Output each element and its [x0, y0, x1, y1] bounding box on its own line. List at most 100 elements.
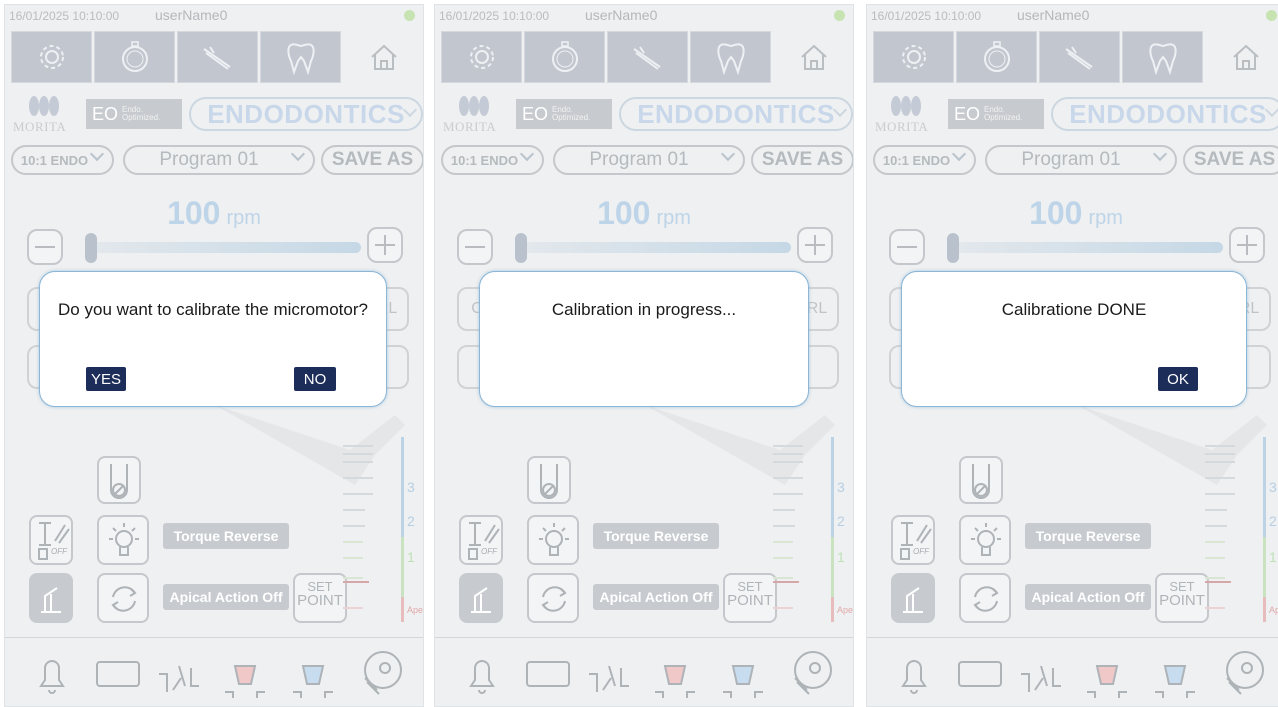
tray-icon[interactable] [1015, 646, 1069, 700]
set-point-button[interactable]: SET POINT [293, 573, 347, 623]
motion-mode-button[interactable] [97, 456, 141, 504]
save-as-button[interactable]: SAVE AS [321, 145, 423, 175]
home-button[interactable] [343, 31, 423, 83]
handpiece-button[interactable] [607, 31, 688, 83]
apical-action-toggle[interactable]: Apical Action Off [163, 584, 289, 610]
speed-minus-button[interactable] [27, 229, 63, 265]
light-button[interactable] [959, 515, 1011, 565]
light-sensor-icon[interactable] [355, 646, 409, 700]
minus-icon [897, 246, 917, 248]
speed-slider-handle[interactable] [85, 233, 97, 263]
tooth-button[interactable] [690, 31, 771, 83]
auto-off-button[interactable]: OFF [459, 515, 503, 565]
morita-logo: MORITA [441, 95, 513, 135]
apical-stop-button[interactable] [891, 573, 935, 623]
rotation-button[interactable] [527, 573, 579, 623]
tooth-button[interactable] [1122, 31, 1203, 83]
save-as-button[interactable]: SAVE AS [1183, 145, 1278, 175]
cup-blue-icon[interactable] [287, 646, 341, 700]
torque-reverse-toggle[interactable]: Torque Reverse [163, 523, 289, 549]
cup-blue-icon[interactable] [1149, 646, 1203, 700]
bell-icon[interactable] [25, 646, 79, 700]
speed-slider-handle[interactable] [515, 233, 527, 263]
rotation-button[interactable] [959, 573, 1011, 623]
light-sensor-icon[interactable] [1217, 646, 1271, 700]
screen-icon[interactable] [953, 646, 1007, 700]
speed-minus-button[interactable] [889, 229, 925, 265]
apical-stop-button[interactable] [459, 573, 503, 623]
speed-minus-button[interactable] [457, 229, 493, 265]
cup-red-icon[interactable] [649, 646, 703, 700]
no-button[interactable]: NO [294, 367, 336, 391]
light-button[interactable] [527, 515, 579, 565]
settings-button[interactable] [873, 31, 954, 83]
chevron-down-icon [951, 146, 967, 162]
timer-button[interactable] [524, 31, 605, 83]
apical-stop-icon [903, 587, 923, 613]
datetime: 16/01/2025 10:10:00 [439, 9, 550, 23]
save-as-button[interactable]: SAVE AS [751, 145, 853, 175]
program-dropdown[interactable]: Program 01 [553, 145, 745, 175]
home-button[interactable] [1205, 31, 1278, 83]
speed-plus-button[interactable] [797, 227, 833, 263]
cup-blue-icon[interactable] [717, 646, 771, 700]
mode-dropdown[interactable]: ENDODONTICS [619, 97, 853, 131]
apical-action-toggle[interactable]: Apical Action Off [1025, 584, 1151, 610]
settings-button[interactable] [441, 31, 522, 83]
scale-tick [1205, 577, 1225, 579]
speed-plus-button[interactable] [1229, 227, 1265, 263]
program-dropdown[interactable]: Program 01 [123, 145, 315, 175]
handpiece-button[interactable] [1039, 31, 1120, 83]
speed-slider-track[interactable] [91, 242, 361, 253]
screen-icon[interactable] [521, 646, 575, 700]
cup-red-icon[interactable] [219, 646, 273, 700]
rotation-button[interactable] [97, 573, 149, 623]
mode-dropdown[interactable]: ENDODONTICS [189, 97, 423, 131]
settings-button[interactable] [11, 31, 92, 83]
motion-mode-button[interactable] [959, 456, 1003, 504]
speed-plus-button[interactable] [367, 227, 403, 263]
mode-dropdown[interactable]: ENDODONTICS [1051, 97, 1278, 131]
eo-label: EO [954, 103, 981, 124]
speed-slider-track[interactable] [953, 242, 1223, 253]
handpiece-dropdown[interactable]: 10:1 ENDO [11, 145, 114, 175]
save-as-label: SAVE AS [331, 149, 414, 170]
apical-action-toggle[interactable]: Apical Action Off [593, 584, 719, 610]
light-bulb-icon [539, 523, 569, 556]
tooth-button[interactable] [260, 31, 341, 83]
motion-mode-button[interactable] [527, 456, 571, 504]
scale-label-1: 1 [407, 549, 415, 565]
handpiece-dropdown[interactable]: 10:1 ENDO [441, 145, 544, 175]
eo-badge: EO Endo. Optimized. [86, 99, 182, 129]
light-button[interactable] [97, 515, 149, 565]
timer-button[interactable] [94, 31, 175, 83]
bell-icon[interactable] [887, 646, 941, 700]
program-dropdown[interactable]: Program 01 [985, 145, 1177, 175]
set-point-button[interactable]: SET POINT [723, 573, 777, 623]
apical-stop-button[interactable] [29, 573, 73, 623]
tray-icon[interactable] [583, 646, 637, 700]
scale-label-3: 3 [837, 479, 845, 495]
apex-marker [773, 581, 799, 583]
apex-locator-scale: 3 2 1 Apex [343, 437, 423, 622]
yes-button[interactable]: YES [86, 367, 126, 391]
light-sensor-icon[interactable] [785, 646, 839, 700]
set-point-button[interactable]: SET POINT [1155, 573, 1209, 623]
torque-reverse-toggle[interactable]: Torque Reverse [1025, 523, 1151, 549]
torque-reverse-toggle[interactable]: Torque Reverse [593, 523, 719, 549]
rotation-icon [973, 586, 999, 612]
ok-button[interactable]: OK [1158, 367, 1198, 391]
bell-icon[interactable] [455, 646, 509, 700]
screen-icon[interactable] [91, 646, 145, 700]
tray-icon[interactable] [153, 646, 207, 700]
handpiece-dropdown[interactable]: 10:1 ENDO [873, 145, 976, 175]
status-bar: 16/01/2025 10:10:00 userName0 [867, 5, 1278, 25]
speed-slider-handle[interactable] [947, 233, 959, 263]
speed-slider-track[interactable] [521, 242, 791, 253]
auto-off-button[interactable]: OFF [891, 515, 935, 565]
auto-off-button[interactable]: OFF [29, 515, 73, 565]
cup-red-icon[interactable] [1081, 646, 1135, 700]
timer-button[interactable] [956, 31, 1037, 83]
home-button[interactable] [773, 31, 853, 83]
handpiece-button[interactable] [177, 31, 258, 83]
